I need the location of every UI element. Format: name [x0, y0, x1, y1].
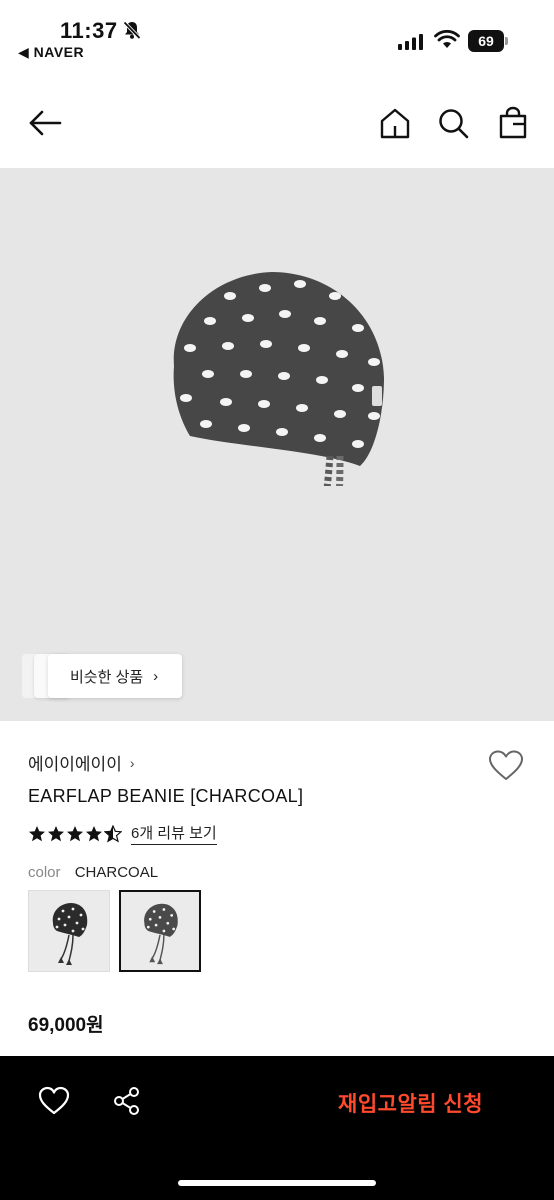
product-price: 69,000원	[28, 1015, 104, 1036]
status-bar: 11:37 ◀ NAVER 69	[0, 0, 554, 70]
reviews-link[interactable]: 6개 리뷰 보기	[131, 822, 217, 845]
beanie-thumbnail-image	[144, 903, 178, 965]
color-option-2-selected[interactable]	[119, 890, 201, 972]
shopping-bag-icon[interactable]	[496, 106, 530, 140]
signal-icon	[398, 34, 423, 50]
star-icon	[86, 825, 102, 841]
star-icon	[48, 825, 64, 841]
color-value: CHARCOAL	[74, 864, 159, 881]
top-nav-bar	[0, 90, 554, 162]
star-icon	[29, 825, 45, 841]
beanie-thumbnail-image	[52, 903, 88, 965]
rating-row: 6개 리뷰 보기	[28, 822, 217, 845]
bottom-action-bar: 재입고알림 신청	[0, 1056, 554, 1200]
similar-products-label: 비슷한 상품	[70, 668, 144, 686]
brand-name: 에이이에이이	[28, 755, 122, 774]
share-icon[interactable]	[112, 1086, 142, 1116]
chevron-right-icon: ›	[129, 754, 135, 771]
product-image-area[interactable]: 비슷한 상품 ›	[0, 168, 554, 721]
wishlist-heart-icon[interactable]	[488, 750, 524, 782]
back-to-app-link[interactable]: ◀ NAVER	[18, 44, 84, 61]
brand-link[interactable]: 에이이에이이 ›	[28, 750, 135, 775]
back-arrow-icon[interactable]	[28, 106, 62, 140]
heart-icon[interactable]	[38, 1086, 70, 1116]
color-label: color	[28, 864, 61, 881]
color-option-1[interactable]	[28, 890, 110, 972]
home-indicator	[178, 1180, 376, 1186]
battery-indicator: 69	[468, 30, 508, 52]
bell-off-icon	[123, 21, 141, 40]
star-icon	[67, 825, 83, 841]
similar-products-button[interactable]: 비슷한 상품 ›	[48, 654, 182, 698]
product-title: EARFLAP BEANIE [CHARCOAL]	[28, 786, 304, 806]
wifi-icon	[434, 30, 460, 48]
star-rating	[28, 824, 123, 843]
restock-notify-button[interactable]: 재입고알림 신청	[338, 1088, 483, 1118]
color-selector-label: color CHARCOAL	[28, 864, 158, 881]
half-star-icon	[104, 824, 122, 843]
chevron-right-icon: ›	[153, 667, 159, 685]
home-icon[interactable]	[378, 106, 412, 140]
search-icon[interactable]	[436, 106, 470, 140]
status-time: 11:37	[60, 18, 118, 43]
product-image	[173, 272, 384, 486]
